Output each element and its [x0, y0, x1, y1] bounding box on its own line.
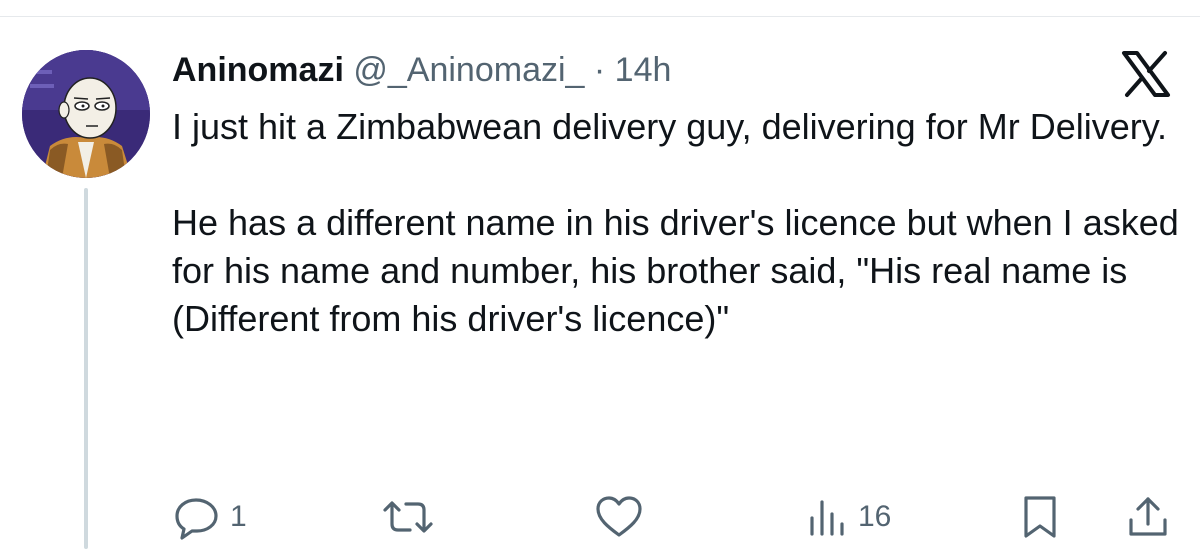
like-button[interactable]	[594, 494, 652, 540]
separator-dot: ·	[593, 51, 606, 89]
tweet-header: Aninomazi @_Aninomazi_ · 14h	[172, 46, 671, 94]
display-name[interactable]: Aninomazi	[172, 51, 344, 89]
avatar[interactable]	[22, 50, 150, 178]
action-bar: 1 16	[0, 494, 1200, 540]
reply-icon	[174, 494, 222, 540]
reply-button[interactable]: 1	[174, 494, 247, 540]
retweet-icon	[382, 494, 434, 540]
bookmark-icon	[1020, 494, 1060, 540]
reply-count: 1	[230, 500, 247, 533]
bookmark-button[interactable]	[1020, 494, 1060, 540]
share-icon	[1126, 494, 1170, 540]
top-divider	[0, 16, 1200, 17]
views-count: 16	[858, 500, 892, 533]
views-button[interactable]: 16	[806, 494, 891, 540]
tweet-paragraph: He has a different name in his driver's …	[172, 202, 1179, 339]
tweet-text: I just hit a Zimbabwean delivery guy, de…	[172, 103, 1182, 343]
timestamp[interactable]: 14h	[615, 51, 672, 89]
share-button[interactable]	[1126, 494, 1170, 540]
avatar-image	[22, 50, 150, 178]
retweet-button[interactable]	[382, 494, 442, 540]
user-handle[interactable]: @_Aninomazi_	[353, 51, 584, 89]
x-logo-icon	[1120, 50, 1172, 98]
tweet-paragraph: I just hit a Zimbabwean delivery guy, de…	[172, 106, 1168, 147]
heart-icon	[594, 494, 644, 540]
views-icon	[806, 494, 850, 540]
